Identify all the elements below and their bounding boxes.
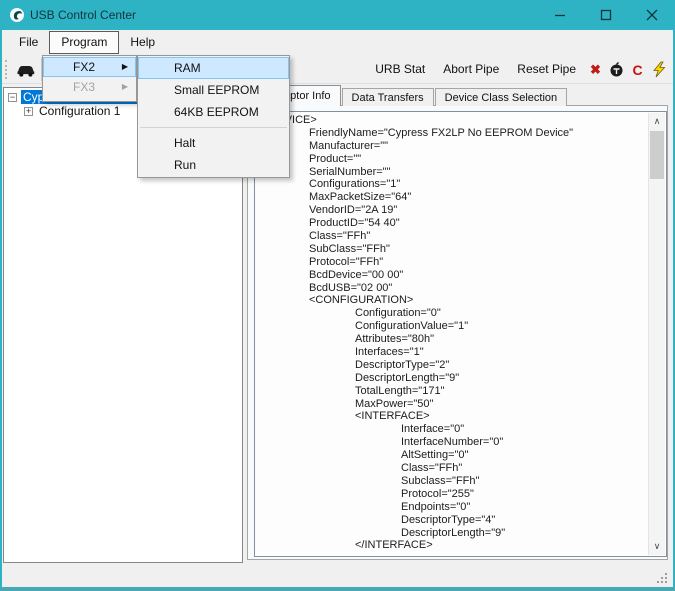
tree-node-configuration: + Configuration 1 (24, 104, 122, 118)
expand-icon[interactable]: + (24, 107, 33, 116)
descriptor-line: SerialNumber="" (309, 165, 391, 178)
descriptor-line: DescriptorType="2" (355, 358, 450, 371)
titlebar: USB Control Center (0, 0, 675, 30)
descriptor-line: MaxPower="50" (355, 397, 434, 410)
menu-item-label: Halt (174, 136, 196, 150)
descriptor-line: TotalLength="171" (355, 384, 445, 397)
descriptor-textbox[interactable]: <DEVICE>FriendlyName="Cypress FX2LP No E… (254, 111, 667, 557)
tabstrip: Descriptor Info Data Transfers Device Clas… (249, 85, 568, 106)
menu-item-fx3[interactable]: FX3 ▶ (43, 77, 136, 97)
menubar: File Program Help (2, 30, 673, 55)
descriptor-line: BcdUSB="02 00" (309, 281, 393, 294)
maximize-button[interactable] (583, 0, 629, 30)
abort-bomb-icon[interactable] (606, 61, 627, 78)
fx2-submenu: RAM Small EEPROM 64KB EEPROM Halt Run (137, 55, 290, 178)
close-button[interactable] (629, 0, 675, 30)
menu-item-small-eeprom[interactable]: Small EEPROM (138, 79, 289, 101)
menu-item-label: FX3 (73, 80, 96, 94)
toolbar-button-urb-stat[interactable]: URB Stat (366, 55, 434, 84)
menu-item-label: 64KB EEPROM (174, 105, 259, 119)
program-menu-dropdown: FX2 ▶ FX3 ▶ (42, 55, 137, 102)
descriptor-line: <INTERFACE> (355, 410, 430, 423)
toolbar-button-reset-pipe[interactable]: Reset Pipe (508, 55, 585, 84)
window-border-bottom (0, 587, 675, 591)
descriptor-line: Interfaces="1" (355, 346, 424, 359)
descriptor-text: <DEVICE>FriendlyName="Cypress FX2LP No E… (255, 114, 648, 552)
tree-node-configuration-label[interactable]: Configuration 1 (37, 104, 122, 118)
resize-grip-icon[interactable] (655, 571, 667, 583)
descriptor-line: <CONFIGURATION> (309, 294, 414, 307)
menubar-item-file[interactable]: File (8, 31, 49, 54)
descriptor-line: Endpoints="0" (401, 500, 471, 513)
usb-device-icon (17, 65, 35, 77)
descriptor-line: AltSetting="0" (401, 449, 469, 462)
descriptor-line: Protocol="FFh" (309, 255, 384, 268)
descriptor-line: SubClass="FFh" (309, 242, 390, 255)
toolbar-button-abort-pipe[interactable]: Abort Pipe (434, 55, 508, 84)
window-border-left (0, 30, 2, 591)
menu-item-64kb-eeprom[interactable]: 64KB EEPROM (138, 101, 289, 123)
app-icon (9, 7, 25, 23)
toolbar-right-group: URB Stat Abort Pipe Reset Pipe ✖ C (366, 55, 669, 84)
menu-item-run[interactable]: Run (138, 154, 289, 176)
menu-item-label: RAM (174, 61, 201, 75)
tab-device-class-selection[interactable]: Device Class Selection (434, 88, 568, 106)
lightning-icon[interactable] (648, 61, 669, 78)
descriptor-line: Protocol="255" (401, 487, 474, 500)
scroll-up-button[interactable]: ∧ (649, 113, 665, 130)
descriptor-line: ConfigurationValue="1" (355, 320, 469, 333)
window-title: USB Control Center (30, 8, 137, 22)
descriptor-line: Configurations="1" (309, 178, 401, 191)
descriptor-line: InterfaceNumber="0" (401, 436, 504, 449)
descriptor-line: BcdDevice="00 00" (309, 268, 404, 281)
menubar-item-program[interactable]: Program (49, 31, 120, 54)
menu-item-ram[interactable]: RAM (138, 57, 289, 79)
descriptor-line: </INTERFACE> (355, 539, 433, 552)
menu-item-label: Run (174, 158, 197, 172)
close-icon (646, 9, 658, 21)
vertical-scrollbar[interactable]: ∧ ∨ (648, 113, 665, 555)
descriptor-line: Class="FFh" (309, 230, 371, 243)
scroll-down-button[interactable]: ∨ (649, 538, 665, 555)
descriptor-line: Class="FFh" (401, 462, 463, 475)
collapse-icon[interactable]: − (8, 93, 17, 102)
menubar-item-help[interactable]: Help (119, 31, 166, 54)
descriptor-line: Attributes="80h" (355, 333, 435, 346)
minimize-button[interactable] (537, 0, 583, 30)
descriptor-line: FriendlyName="Cypress FX2LP No EEPROM De… (309, 126, 574, 139)
minimize-icon (555, 14, 565, 17)
descriptor-line: <DEVICE> (255, 114, 648, 127)
menu-separator (140, 127, 287, 128)
descriptor-line: Interface="0" (401, 423, 465, 436)
menu-item-label: FX2 (73, 60, 96, 74)
descriptor-line: DescriptorLength="9" (355, 371, 460, 384)
menu-item-fx2[interactable]: FX2 ▶ (43, 57, 136, 77)
submenu-arrow-icon: ▶ (121, 62, 128, 71)
descriptor-line: DescriptorLength="9" (401, 526, 506, 539)
descriptor-line: Configuration="0" (355, 307, 441, 320)
descriptor-info-tabpage: <DEVICE>FriendlyName="Cypress FX2LP No E… (247, 105, 668, 560)
window-controls (537, 0, 675, 30)
descriptor-line: Manufacturer="" (309, 139, 389, 152)
statusbar (2, 565, 673, 586)
device-button[interactable] (14, 58, 38, 81)
submenu-arrow-icon: ▶ (121, 82, 128, 91)
delete-icon[interactable]: ✖ (585, 62, 606, 78)
reset-icon[interactable]: C (627, 62, 648, 78)
toolbar-grip[interactable] (5, 60, 8, 79)
tab-data-transfers[interactable]: Data Transfers (341, 88, 434, 106)
scroll-thumb[interactable] (650, 131, 664, 179)
app-window: USB Control Center File Program Help URB… (0, 0, 675, 591)
descriptor-line: ProductID="54 40" (309, 217, 400, 230)
maximize-icon (600, 9, 612, 21)
descriptor-line: VendorID="2A 19" (309, 204, 398, 217)
descriptor-line: Subclass="FFh" (401, 474, 480, 487)
descriptor-line: Product="" (309, 152, 362, 165)
descriptor-line: MaxPacketSize="64" (309, 191, 412, 204)
menu-item-halt[interactable]: Halt (138, 132, 289, 154)
menu-item-label: Small EEPROM (174, 83, 260, 97)
descriptor-line: DescriptorType="4" (401, 513, 496, 526)
